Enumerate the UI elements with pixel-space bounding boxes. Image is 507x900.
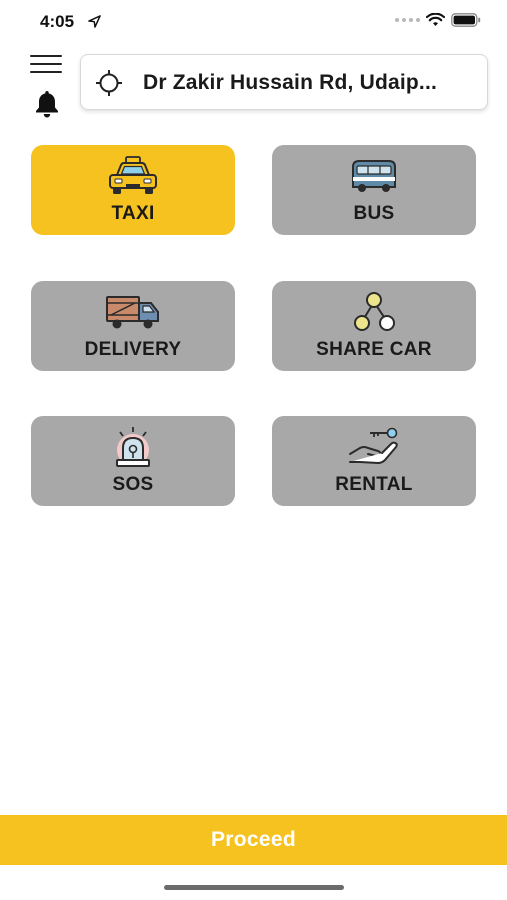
status-indicators [395, 13, 481, 27]
location-field[interactable]: Dr Zakir Hussain Rd, Udaip... [80, 54, 488, 110]
home-indicator[interactable] [164, 885, 344, 890]
signal-icon [395, 18, 420, 22]
service-tile-bus[interactable]: BUS [272, 145, 476, 235]
delivery-truck-icon [106, 296, 159, 329]
bell-icon[interactable] [33, 89, 61, 119]
location-text: Dr Zakir Hussain Rd, Udaip... [143, 71, 438, 94]
proceed-button[interactable]: Proceed [0, 815, 507, 865]
siren-icon [116, 427, 150, 467]
service-label: SHARE CAR [316, 339, 432, 360]
service-label: RENTAL [335, 474, 413, 495]
hamburger-menu-icon[interactable] [30, 53, 62, 75]
status-time: 4:05 [40, 12, 75, 31]
service-tile-taxi[interactable]: TAXI [31, 145, 235, 235]
crosshair-icon[interactable] [95, 69, 123, 97]
bus-icon [352, 160, 396, 192]
service-label: SOS [112, 474, 154, 495]
service-tile-delivery[interactable]: DELIVERY [31, 281, 235, 371]
service-label: BUS [353, 203, 395, 224]
location-arrow-icon [88, 15, 101, 28]
wifi-icon [426, 13, 445, 26]
share-nodes-icon [354, 292, 395, 331]
hand-key-icon [349, 427, 398, 464]
status-bar: 4:05 [0, 0, 507, 44]
service-label: DELIVERY [84, 339, 182, 360]
taxi-icon [109, 156, 157, 194]
service-label: TAXI [111, 203, 155, 224]
app-screen: 4:05 Dr Zakir Hussain Rd, Udaip... TAXI … [0, 0, 507, 900]
battery-icon [451, 13, 481, 27]
service-tile-share-car[interactable]: SHARE CAR [272, 281, 476, 371]
service-tile-rental[interactable]: RENTAL [272, 416, 476, 506]
service-tile-sos[interactable]: SOS [31, 416, 235, 506]
